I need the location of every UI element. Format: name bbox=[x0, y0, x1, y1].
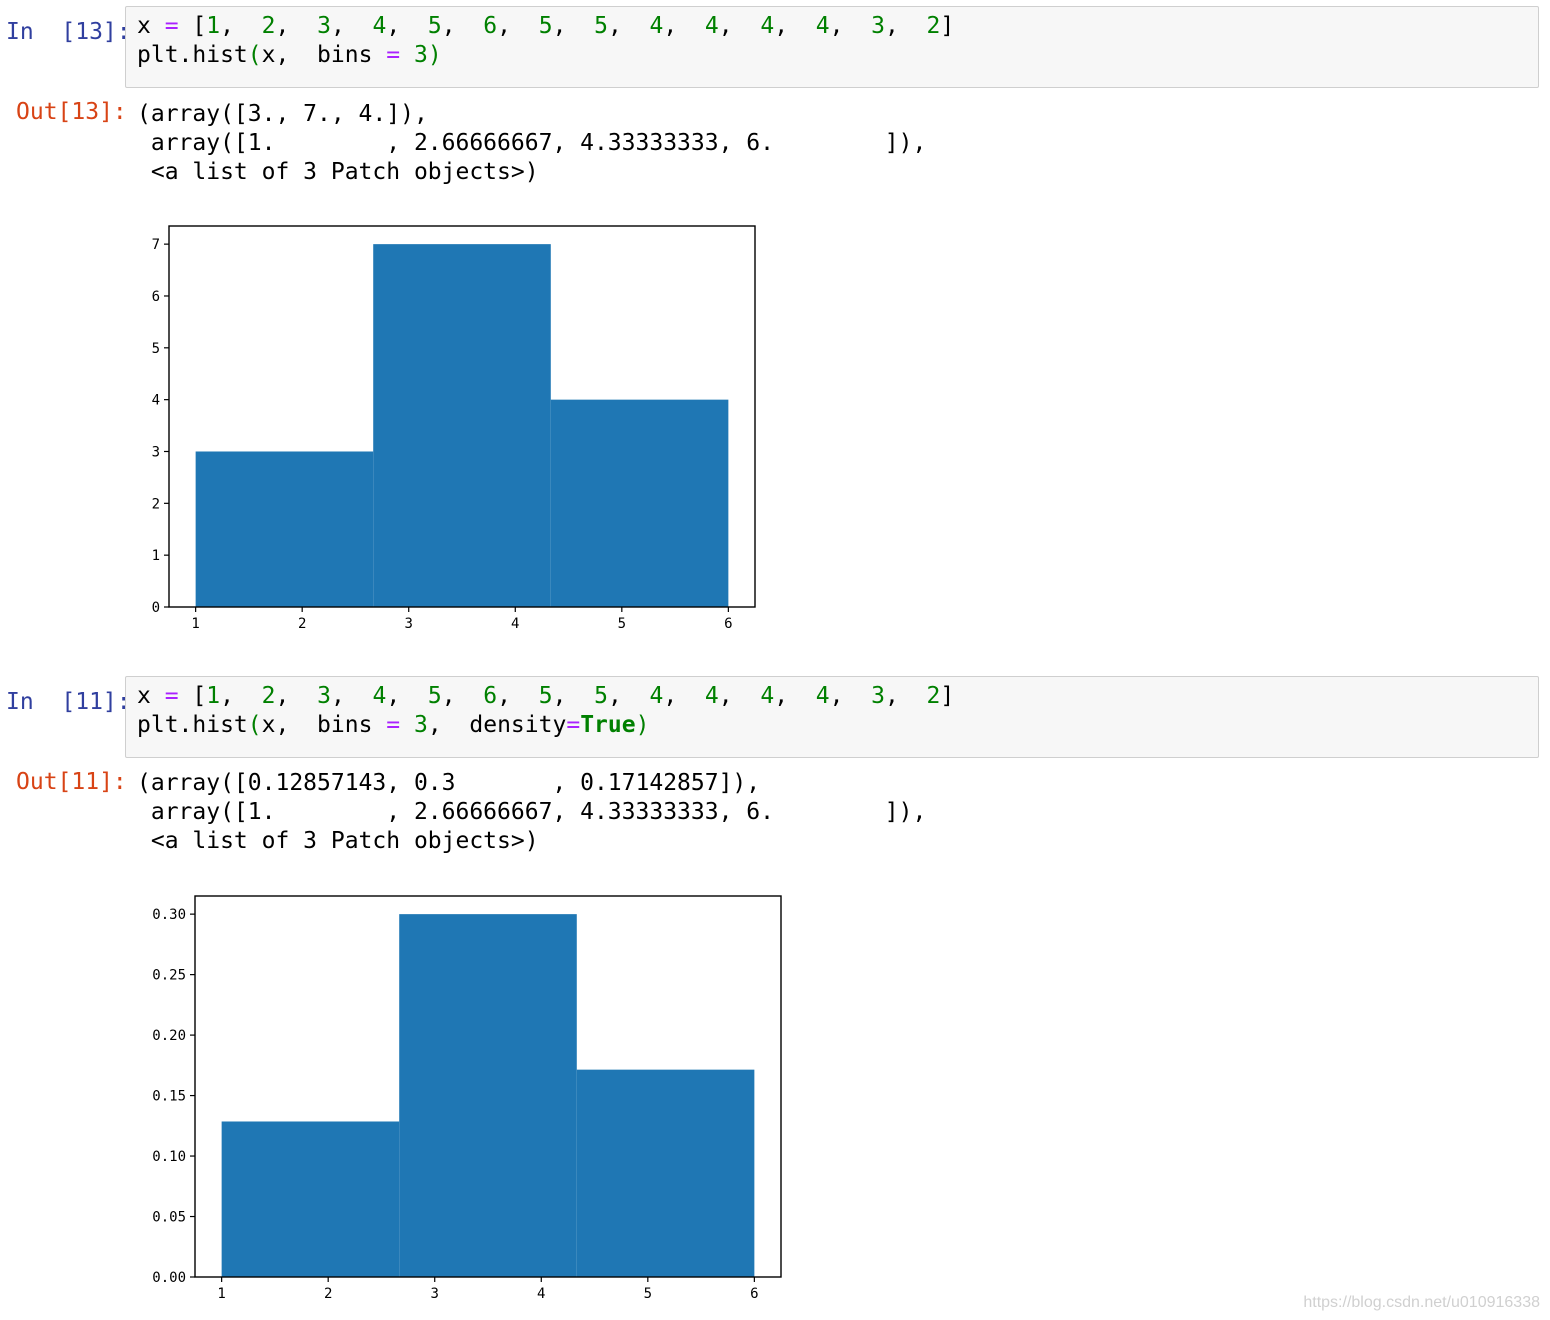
code-line: plt.hist(x, bins = 3) bbox=[137, 42, 442, 68]
y-tick-label: 0.00 bbox=[152, 1270, 186, 1286]
output-line: (array([0.12857143, 0.3 , 0.17142857]), bbox=[137, 770, 761, 796]
x-tick-label: 1 bbox=[217, 1286, 225, 1302]
y-tick-label: 0.25 bbox=[152, 968, 186, 984]
watermark: https://blog.csdn.net/u010916338 bbox=[1303, 1294, 1540, 1311]
histogram-bar bbox=[195, 451, 374, 607]
output-line: (array([3., 7., 4.]), bbox=[137, 101, 428, 127]
histogram-chart: 1 2 3 4 5 6 0 1 2 3 4 5 6 7 bbox=[152, 225, 756, 632]
code-line: x = [1, 2, 3, 4, 5, 6, 5, 5, 4, 4, 4, 4,… bbox=[137, 13, 955, 39]
y-tick-label: 0.20 bbox=[152, 1028, 186, 1044]
code-cell-input[interactable]: x = [1, 2, 3, 4, 5, 6, 5, 5, 4, 4, 4, 4,… bbox=[125, 676, 1539, 758]
x-tick-label: 3 bbox=[405, 616, 413, 632]
histogram-bar bbox=[550, 399, 729, 607]
code-cell-input[interactable]: x = [1, 2, 3, 4, 5, 6, 5, 5, 4, 4, 4, 4,… bbox=[125, 6, 1539, 88]
y-tick-label: 0.30 bbox=[152, 907, 186, 923]
in-prompt: In [13]: bbox=[6, 19, 131, 45]
histogram-chart: 1 2 3 4 5 6 0.00 0.05 0.10 0.15 0.20 0.25 0.30 bbox=[152, 895, 782, 1302]
histogram-bar bbox=[373, 244, 551, 607]
output-line: <a list of 3 Patch objects>) bbox=[137, 828, 539, 854]
y-tick-label: 4 bbox=[152, 393, 160, 409]
y-tick-label: 1 bbox=[152, 548, 160, 564]
out-prompt: Out[13]: bbox=[16, 99, 127, 125]
x-tick-label: 5 bbox=[644, 1286, 652, 1302]
y-tick-label: 0 bbox=[152, 600, 160, 616]
output-line: array([1. , 2.66666667, 4.33333333, 6. ]… bbox=[137, 799, 927, 825]
x-tick-label: 5 bbox=[618, 616, 626, 632]
histogram-bar bbox=[399, 914, 577, 1277]
out-prompt: Out[11]: bbox=[16, 769, 127, 795]
x-tick-label: 2 bbox=[324, 1286, 332, 1302]
x-tick-label: 6 bbox=[750, 1286, 758, 1302]
x-tick-label: 3 bbox=[431, 1286, 439, 1302]
x-tick-label: 4 bbox=[511, 616, 519, 632]
histogram-bar bbox=[576, 1069, 755, 1277]
output-line: <a list of 3 Patch objects>) bbox=[137, 159, 539, 185]
y-tick-label: 0.15 bbox=[152, 1089, 186, 1105]
y-tick-label: 0.10 bbox=[152, 1149, 186, 1165]
code-line: plt.hist(x, bins = 3, density=True) bbox=[137, 712, 650, 738]
x-tick-label: 2 bbox=[298, 616, 306, 632]
histogram-bar bbox=[221, 1121, 400, 1277]
y-tick-label: 0.05 bbox=[152, 1210, 186, 1226]
y-tick-label: 5 bbox=[152, 341, 160, 357]
code-line: x = [1, 2, 3, 4, 5, 6, 5, 5, 4, 4, 4, 4,… bbox=[137, 683, 955, 709]
y-tick-label: 3 bbox=[152, 444, 160, 460]
x-tick-label: 1 bbox=[191, 616, 199, 632]
in-prompt: In [11]: bbox=[6, 689, 131, 715]
output-line: array([1. , 2.66666667, 4.33333333, 6. ]… bbox=[137, 130, 927, 156]
x-tick-label: 6 bbox=[724, 616, 732, 632]
y-tick-label: 6 bbox=[152, 289, 160, 305]
x-tick-label: 4 bbox=[537, 1286, 545, 1302]
y-tick-label: 7 bbox=[152, 237, 160, 253]
y-tick-label: 2 bbox=[152, 496, 160, 512]
